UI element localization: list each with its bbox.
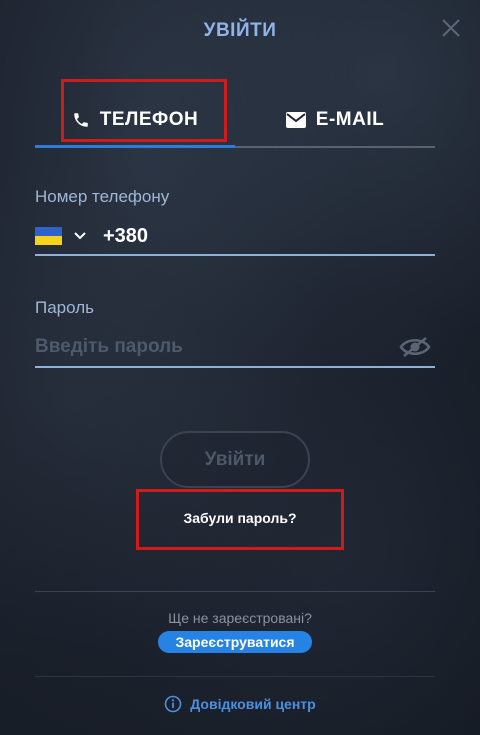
tab-inactive-line [235, 146, 435, 148]
divider [35, 591, 435, 592]
phone-field: +380 [35, 218, 435, 256]
password-field [35, 328, 435, 368]
chevron-down-icon[interactable] [73, 231, 87, 241]
tab-phone-label: ТЕЛЕФОН [99, 109, 199, 130]
login-tabs: ТЕЛЕФОН E-MAIL [35, 94, 435, 148]
phone-input[interactable] [152, 224, 435, 248]
tab-active-indicator [35, 145, 235, 148]
help-center-label: Довідковий центр [190, 696, 316, 712]
phone-label: Номер телефону [35, 187, 170, 206]
page-title: УВІЙТИ [203, 20, 277, 41]
login-button[interactable]: Увійти [160, 431, 310, 488]
not-registered-text: Ще не зареєстровані? [168, 610, 312, 626]
password-label: Пароль [35, 298, 94, 317]
phone-icon [72, 111, 90, 129]
eye-hidden-icon[interactable] [399, 336, 431, 358]
close-button[interactable] [440, 17, 462, 39]
close-icon [442, 19, 460, 37]
tab-email-label: E-MAIL [315, 109, 385, 130]
register-button[interactable]: Зареєструватися [158, 631, 312, 653]
password-input[interactable] [35, 336, 399, 358]
phone-prefix: +380 [103, 224, 149, 247]
envelope-icon [285, 112, 306, 128]
help-center-link[interactable]: Довідковий центр [0, 695, 480, 713]
info-icon [164, 695, 182, 713]
tab-email[interactable]: E-MAIL [235, 94, 435, 146]
tab-phone[interactable]: ТЕЛЕФОН [35, 94, 235, 146]
ukraine-flag-icon[interactable] [35, 227, 62, 245]
divider-bottom [35, 676, 435, 677]
forgot-password-link[interactable]: Забули пароль? [140, 510, 340, 526]
